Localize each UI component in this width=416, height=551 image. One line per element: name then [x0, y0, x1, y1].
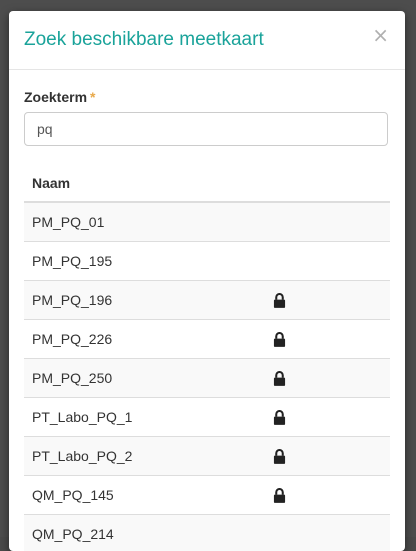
search-label-text: Zoekterm [24, 89, 87, 105]
row-name[interactable]: PM_PQ_250 [24, 359, 267, 398]
table-row[interactable]: PM_PQ_226 [24, 320, 390, 359]
modal-title: Zoek beschikbare meetkaart [24, 28, 264, 52]
table-row[interactable]: PT_Labo_PQ_2 [24, 437, 390, 476]
row-lock-cell [267, 515, 390, 551]
row-name[interactable]: PM_PQ_01 [24, 202, 267, 242]
table-row[interactable]: PM_PQ_195 [24, 242, 390, 281]
lock-icon [273, 410, 286, 425]
table-header-row: Naam [24, 164, 390, 202]
row-name[interactable]: PM_PQ_196 [24, 281, 267, 320]
search-measurement-card-modal: Zoek beschikbare meetkaart × Zoekterm* N… [9, 11, 405, 551]
row-lock-cell [267, 242, 390, 281]
close-icon[interactable]: × [372, 25, 389, 45]
row-name[interactable]: PM_PQ_195 [24, 242, 267, 281]
row-name[interactable]: PT_Labo_PQ_2 [24, 437, 267, 476]
table-row[interactable]: PM_PQ_196 [24, 281, 390, 320]
search-field-label: Zoekterm* [24, 88, 95, 106]
lock-icon [273, 488, 286, 503]
table-row[interactable]: PM_PQ_250 [24, 359, 390, 398]
lock-icon [273, 332, 286, 347]
results-table: Naam PM_PQ_01PM_PQ_195PM_PQ_196PM_PQ_226… [24, 164, 390, 551]
table-row[interactable]: QM_PQ_145 [24, 476, 390, 515]
table-row[interactable]: QM_PQ_214 [24, 515, 390, 551]
row-lock-cell [267, 281, 390, 320]
row-lock-cell [267, 437, 390, 476]
column-header-name[interactable]: Naam [24, 164, 267, 202]
lock-icon [273, 449, 286, 464]
lock-icon [273, 293, 286, 308]
row-name[interactable]: QM_PQ_214 [24, 515, 267, 551]
lock-icon [273, 371, 286, 386]
table-row[interactable]: PT_Labo_PQ_1 [24, 398, 390, 437]
required-marker: * [90, 89, 95, 105]
row-lock-cell [267, 476, 390, 515]
search-input[interactable] [24, 112, 388, 146]
row-lock-cell [267, 320, 390, 359]
results-body: PM_PQ_01PM_PQ_195PM_PQ_196PM_PQ_226PM_PQ… [24, 202, 390, 551]
row-lock-cell [267, 359, 390, 398]
row-name[interactable]: PM_PQ_226 [24, 320, 267, 359]
table-row[interactable]: PM_PQ_01 [24, 202, 390, 242]
row-name[interactable]: QM_PQ_145 [24, 476, 267, 515]
row-name[interactable]: PT_Labo_PQ_1 [24, 398, 267, 437]
row-lock-cell [267, 398, 390, 437]
modal-header: Zoek beschikbare meetkaart × [9, 11, 405, 70]
column-header-lock [267, 164, 390, 202]
row-lock-cell [267, 202, 390, 242]
